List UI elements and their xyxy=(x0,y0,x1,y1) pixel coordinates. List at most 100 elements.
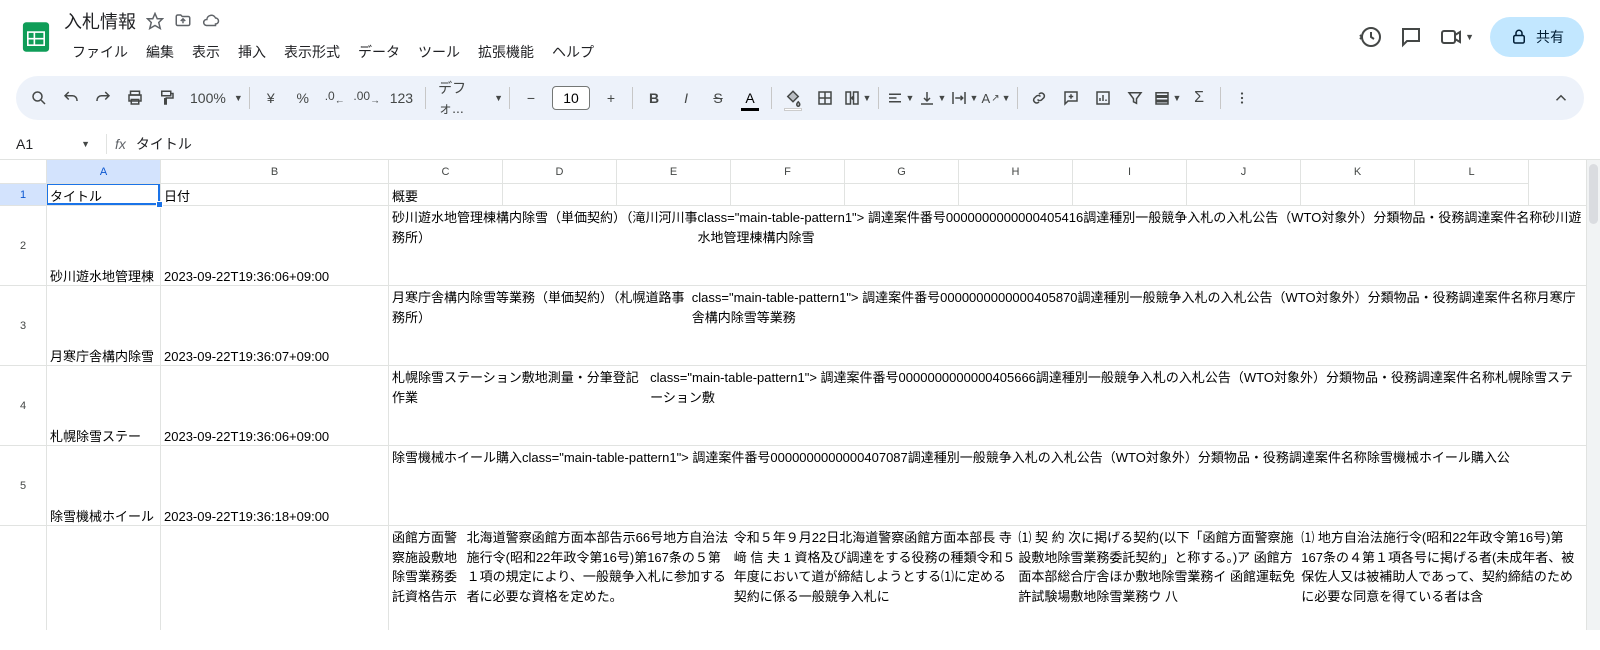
redo-icon[interactable] xyxy=(88,83,118,113)
move-icon[interactable] xyxy=(174,12,192,30)
scrollbar-thumb[interactable] xyxy=(1589,164,1598,224)
zoom-select[interactable]: 100%▼ xyxy=(184,83,243,113)
italic-button[interactable]: I xyxy=(671,83,701,113)
cell[interactable] xyxy=(617,184,731,206)
col-header-A[interactable]: A xyxy=(47,160,161,183)
cell[interactable]: 除雪機械ホイール購入class="main-table-pattern1"> 調… xyxy=(389,446,1586,526)
row-header[interactable]: 4 xyxy=(0,366,47,446)
valign-button[interactable]: ▼ xyxy=(917,83,947,113)
text-color-button[interactable]: A xyxy=(735,83,765,113)
menu-extensions[interactable]: 拡張機能 xyxy=(470,38,542,66)
cell[interactable] xyxy=(47,526,161,630)
decrease-font-button[interactable]: − xyxy=(516,83,546,113)
row-header[interactable]: 2 xyxy=(0,206,47,286)
functions-button[interactable]: Σ xyxy=(1184,83,1214,113)
col-header-F[interactable]: F xyxy=(731,160,845,183)
filter-button[interactable] xyxy=(1120,83,1150,113)
rotate-button[interactable]: A↗▼ xyxy=(981,83,1011,113)
vertical-scrollbar[interactable] xyxy=(1586,160,1600,630)
cell[interactable]: 2023-09-22T19:36:18+09:00 xyxy=(161,446,389,526)
col-header-B[interactable]: B xyxy=(161,160,389,183)
row-header[interactable]: 5 xyxy=(0,446,47,526)
currency-button[interactable]: ¥ xyxy=(256,83,286,113)
fill-color-button[interactable] xyxy=(778,83,808,113)
bold-button[interactable]: B xyxy=(639,83,669,113)
borders-button[interactable] xyxy=(810,83,840,113)
menu-format[interactable]: 表示形式 xyxy=(276,38,348,66)
cell[interactable] xyxy=(1301,184,1415,206)
col-header-D[interactable]: D xyxy=(503,160,617,183)
cell[interactable]: 月寒庁舎構内除雪 xyxy=(47,286,161,366)
meet-icon[interactable]: ▼ xyxy=(1439,25,1474,49)
more-formats-button[interactable]: 123 xyxy=(384,83,419,113)
undo-icon[interactable] xyxy=(56,83,86,113)
cell[interactable]: タイトル xyxy=(47,184,161,206)
col-header-E[interactable]: E xyxy=(617,160,731,183)
row-header[interactable]: 3 xyxy=(0,286,47,366)
cell[interactable]: 概要 xyxy=(389,184,503,206)
menu-view[interactable]: 表示 xyxy=(184,38,228,66)
font-select[interactable]: デフォ...▼ xyxy=(432,83,503,113)
share-button[interactable]: 共有 xyxy=(1490,17,1584,57)
history-icon[interactable] xyxy=(1359,25,1383,49)
insert-chart-button[interactable] xyxy=(1088,83,1118,113)
cell[interactable]: 砂川遊水地管理棟構内除雪（単価契約）（滝川河川事務所）class="main-t… xyxy=(389,206,1586,286)
print-icon[interactable] xyxy=(120,83,150,113)
menu-insert[interactable]: 挿入 xyxy=(230,38,274,66)
link-button[interactable] xyxy=(1024,83,1054,113)
cell[interactable]: 除雪機械ホイール xyxy=(47,446,161,526)
cell[interactable]: 函館方面警察施設敷地除雪業務委託資格告示北海道警察函館方面本部告示66号地方自治… xyxy=(389,526,1586,630)
filter-views-button[interactable]: ▼ xyxy=(1152,83,1182,113)
doc-title[interactable]: 入札情報 xyxy=(64,8,136,34)
cell[interactable]: 2023-09-22T19:36:06+09:00 xyxy=(161,206,389,286)
cell[interactable] xyxy=(959,184,1073,206)
cell[interactable] xyxy=(1187,184,1301,206)
cell[interactable]: 札幌除雪ステー xyxy=(47,366,161,446)
fill-handle[interactable] xyxy=(156,201,163,208)
cell[interactable] xyxy=(1073,184,1187,206)
cell[interactable] xyxy=(503,184,617,206)
cell[interactable] xyxy=(161,526,389,630)
sheets-logo[interactable] xyxy=(16,17,56,57)
cell[interactable]: 月寒庁舎構内除雪等業務（単価契約）（札幌道路事務所）class="main-ta… xyxy=(389,286,1586,366)
font-size-input[interactable]: 10 xyxy=(552,86,590,110)
col-header-H[interactable]: H xyxy=(959,160,1073,183)
menu-data[interactable]: データ xyxy=(350,38,408,66)
merge-button[interactable]: ▼ xyxy=(842,83,872,113)
cell[interactable] xyxy=(731,184,845,206)
row-header[interactable] xyxy=(0,526,47,630)
col-header-I[interactable]: I xyxy=(1073,160,1187,183)
cell[interactable] xyxy=(845,184,959,206)
comment-icon[interactable] xyxy=(1399,25,1423,49)
paint-format-icon[interactable] xyxy=(152,83,182,113)
collapse-toolbar-button[interactable] xyxy=(1546,83,1576,113)
strike-button[interactable]: S xyxy=(703,83,733,113)
cell[interactable]: 2023-09-22T19:36:06+09:00 xyxy=(161,366,389,446)
col-header-G[interactable]: G xyxy=(845,160,959,183)
col-header-L[interactable]: L xyxy=(1415,160,1529,183)
halign-button[interactable]: ▼ xyxy=(885,83,915,113)
cell[interactable]: 日付 xyxy=(161,184,389,206)
row-header[interactable]: 1 xyxy=(0,184,47,206)
star-icon[interactable] xyxy=(146,12,164,30)
more-icon[interactable] xyxy=(1227,83,1257,113)
wrap-button[interactable]: ▼ xyxy=(949,83,979,113)
cloud-icon[interactable] xyxy=(202,12,220,30)
search-icon[interactable] xyxy=(24,83,54,113)
decrease-decimal-button[interactable]: .0← xyxy=(320,83,350,113)
menu-help[interactable]: ヘルプ xyxy=(544,38,602,66)
increase-decimal-button[interactable]: .00→ xyxy=(352,83,382,113)
name-box[interactable]: A1▼ xyxy=(8,134,98,154)
col-header-C[interactable]: C xyxy=(389,160,503,183)
col-header-J[interactable]: J xyxy=(1187,160,1301,183)
select-all-corner[interactable] xyxy=(0,160,47,184)
cell[interactable] xyxy=(1415,184,1529,206)
cell[interactable]: 札幌除雪ステーション敷地測量・分筆登記作業class="main-table-p… xyxy=(389,366,1586,446)
col-header-K[interactable]: K xyxy=(1301,160,1415,183)
insert-comment-button[interactable] xyxy=(1056,83,1086,113)
menu-tools[interactable]: ツール xyxy=(410,38,468,66)
increase-font-button[interactable]: + xyxy=(596,83,626,113)
cell[interactable]: 砂川遊水地管理棟 xyxy=(47,206,161,286)
cell[interactable]: 2023-09-22T19:36:07+09:00 xyxy=(161,286,389,366)
spreadsheet-grid[interactable]: ABCDEFGHIJKL 12345 タイトル日付概要砂川遊水地管理棟2023-… xyxy=(0,160,1600,630)
